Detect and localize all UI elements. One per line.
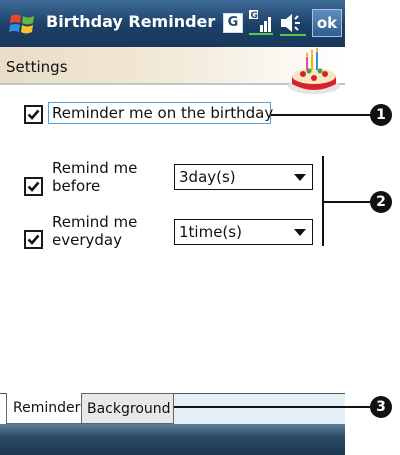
- ok-button[interactable]: ok: [312, 9, 342, 37]
- callout-number-2: 2: [370, 191, 392, 213]
- signal-icon[interactable]: G: [248, 8, 274, 36]
- remind-before-dropdown[interactable]: 3day(s): [174, 164, 313, 190]
- volume-icon[interactable]: [278, 10, 308, 36]
- softkey-bar: [0, 424, 345, 455]
- remind-before-value: 3day(s): [179, 168, 236, 186]
- tab-background[interactable]: Background: [82, 393, 174, 424]
- tab-reminder[interactable]: Reminder: [6, 393, 82, 424]
- birthday-reminder-label[interactable]: Reminder me on the birthday: [52, 104, 273, 122]
- tab-background-label: Background: [87, 401, 171, 417]
- tab-reminder-label: Reminder: [13, 400, 81, 416]
- remind-before-label-line1: Remind me: [52, 159, 138, 177]
- remind-before-checkbox[interactable]: [24, 177, 43, 196]
- cake-icon: [288, 47, 340, 94]
- remind-everyday-label-line1: Remind me: [52, 213, 138, 231]
- g-icon[interactable]: G: [223, 13, 243, 33]
- checkbox-checked-icon: [27, 109, 40, 120]
- page-title: Settings: [6, 58, 68, 76]
- remind-everyday-label-line2: everyday: [52, 231, 122, 249]
- callout-line-2: [322, 201, 370, 203]
- windows-logo-icon[interactable]: [8, 10, 36, 38]
- checkbox-checked-icon: [27, 181, 40, 192]
- dropdown-arrow-icon: [294, 174, 306, 181]
- svg-text:G: G: [251, 11, 258, 21]
- remind-everyday-value: 1time(s): [179, 223, 242, 241]
- checkbox-checked-icon: [27, 234, 40, 245]
- remind-everyday-dropdown[interactable]: 1time(s): [174, 219, 313, 245]
- tab-strip: [174, 394, 345, 424]
- callout-number-3: 3: [370, 396, 392, 418]
- remind-before-label-line2: before: [52, 177, 101, 195]
- birthday-reminder-checkbox[interactable]: [24, 105, 43, 124]
- callout-line-3: [174, 406, 370, 408]
- title-bar: Birthday Reminder G G ok: [0, 0, 345, 47]
- callout-number-1: 1: [370, 104, 392, 126]
- remind-everyday-checkbox[interactable]: [24, 230, 43, 249]
- callout-line-1: [271, 114, 371, 116]
- dropdown-arrow-icon: [294, 229, 306, 236]
- device-screen: Birthday Reminder G G ok Settings Remind…: [0, 0, 345, 455]
- app-title: Birthday Reminder: [46, 12, 216, 31]
